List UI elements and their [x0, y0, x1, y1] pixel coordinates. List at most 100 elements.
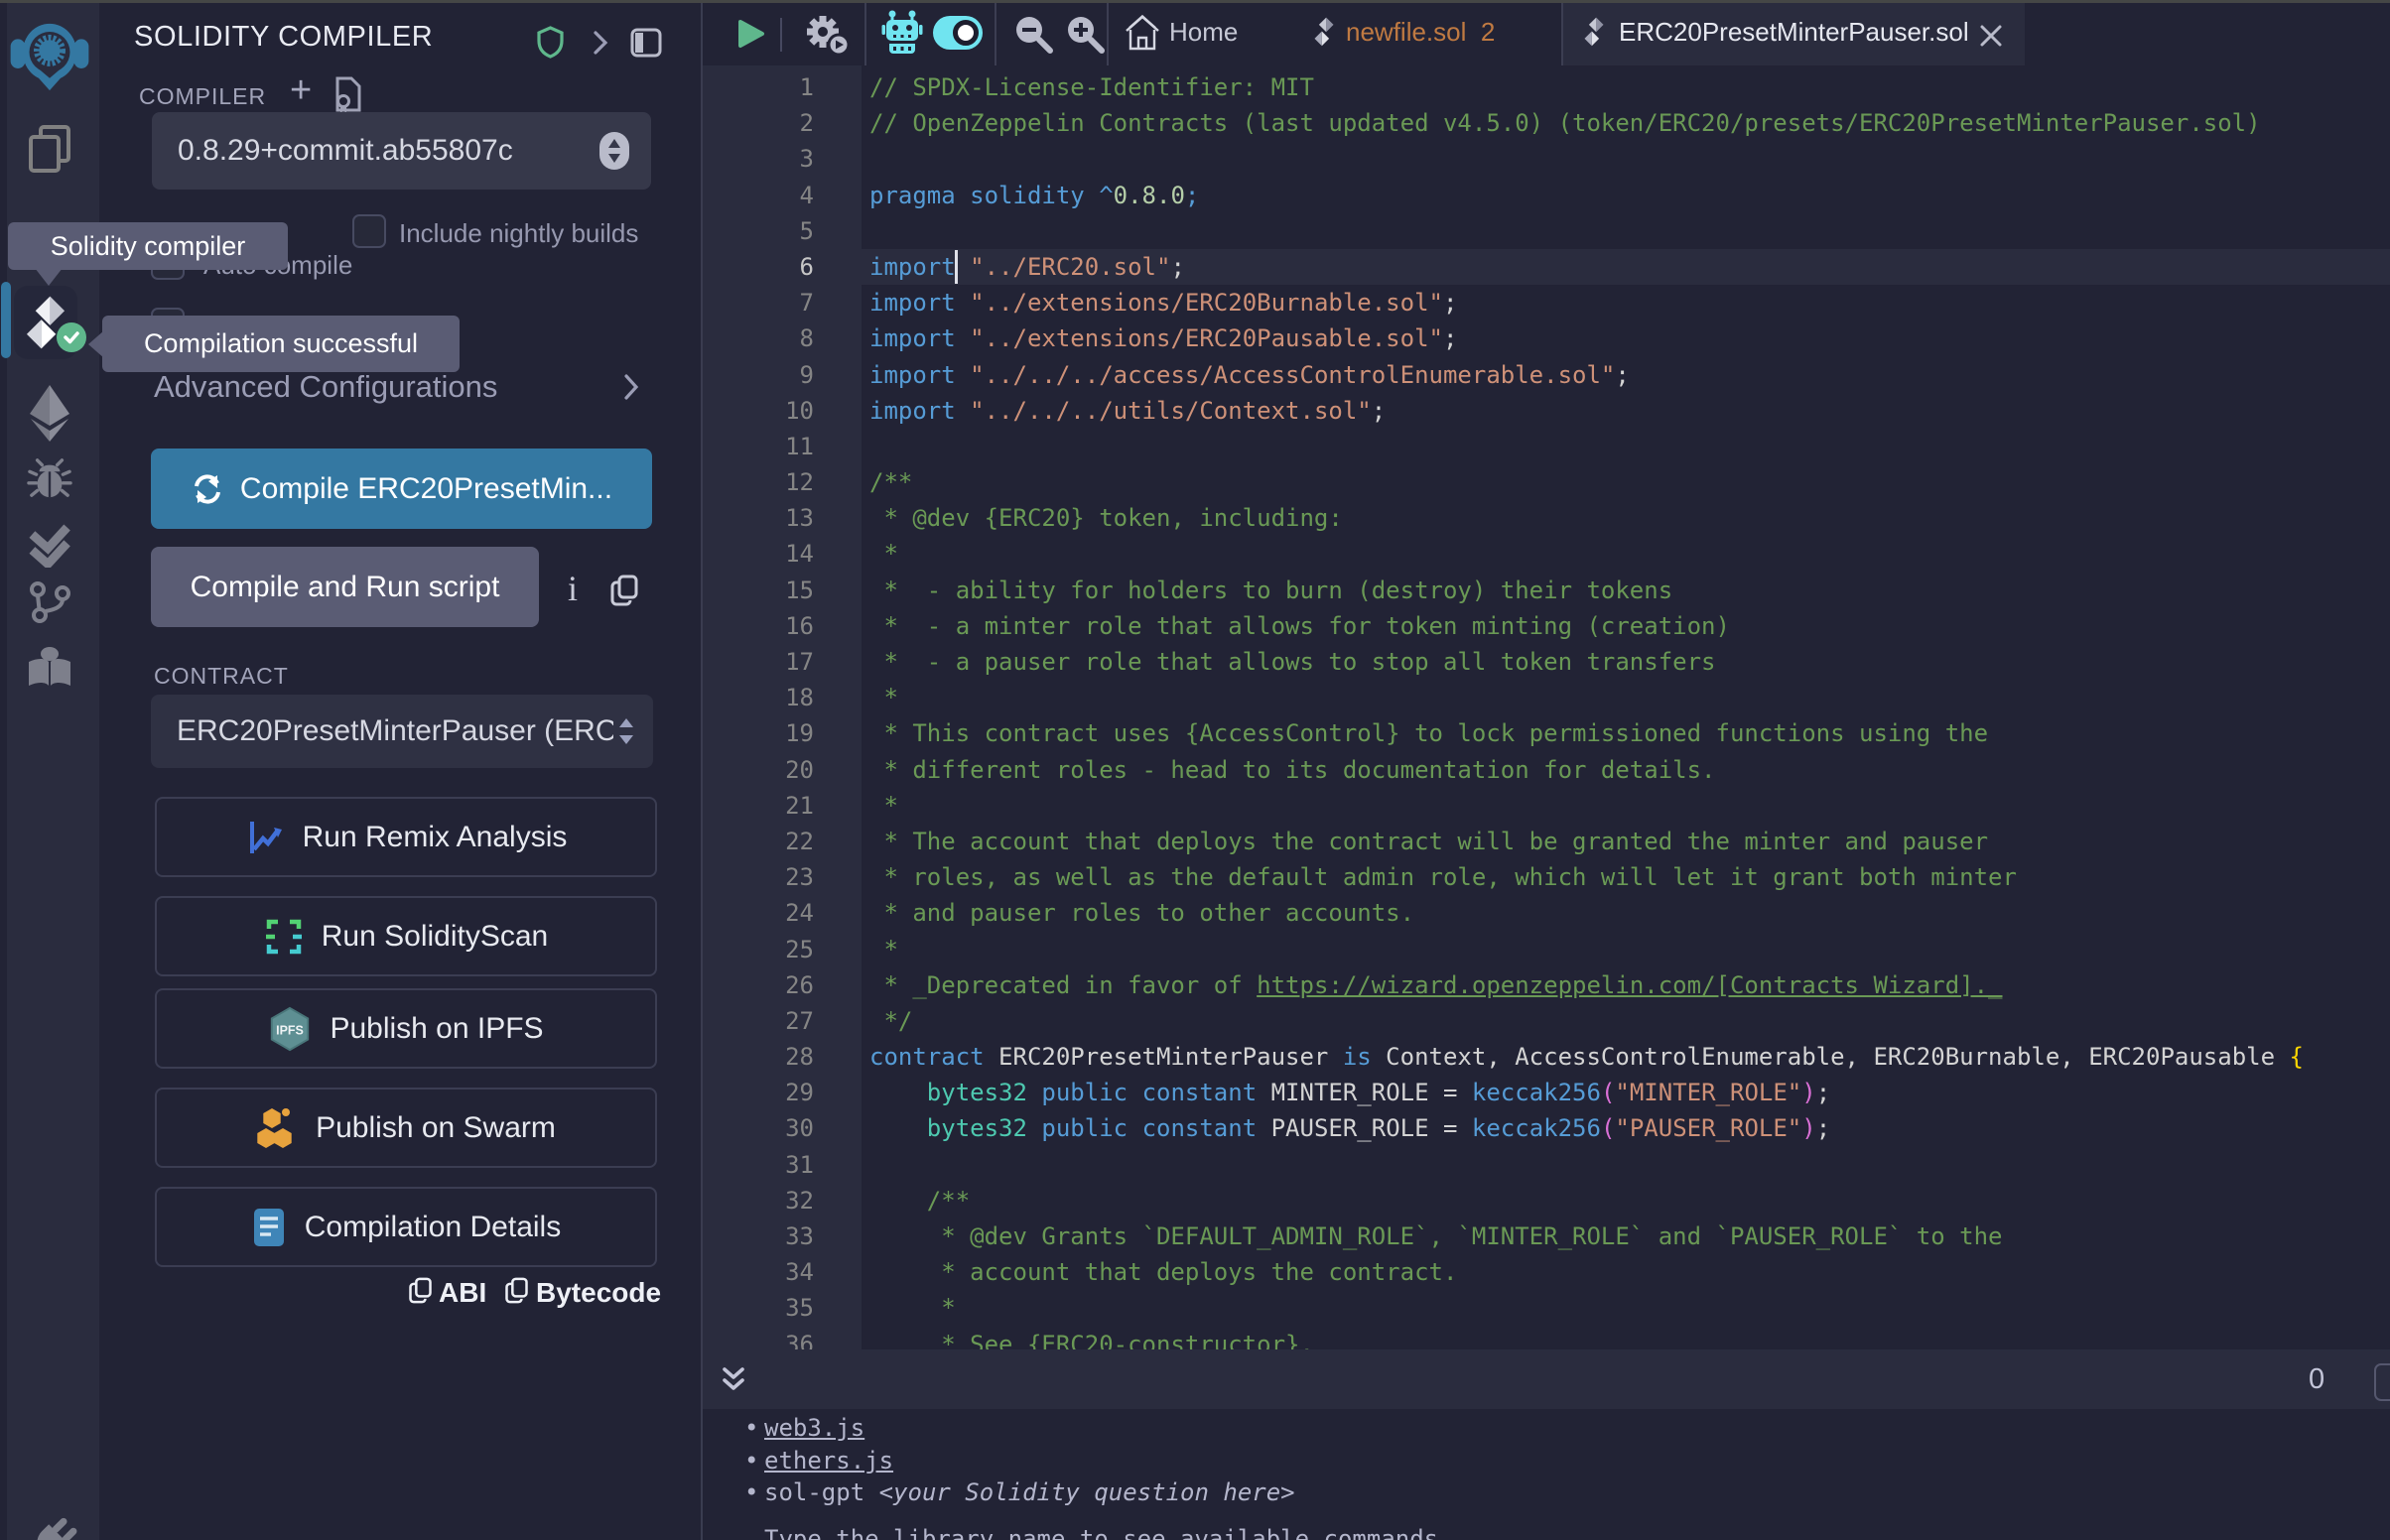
run-solidityscan-button[interactable]: Run SolidityScan	[155, 896, 657, 976]
toolbar-separator-3	[1107, 3, 1109, 65]
terminal-entry[interactable]: •ethers.js	[764, 1447, 893, 1475]
zoom-in-icon[interactable]	[1064, 13, 1106, 60]
toolbar-divider	[780, 18, 782, 52]
unit-testing-icon[interactable]	[0, 524, 99, 568]
details-doc-icon	[251, 1207, 287, 1248]
compilation-details-button[interactable]: Compilation Details	[155, 1187, 657, 1267]
publish-swarm-button[interactable]: Publish on Swarm	[155, 1088, 657, 1168]
copy-script-icon[interactable]	[609, 574, 639, 612]
code-line: * roles, as well as the default admin ro…	[862, 859, 2390, 895]
tab-active[interactable]: ERC20PresetMinterPauser.sol	[1563, 3, 2025, 65]
line-number: 25	[703, 932, 862, 967]
line-number: 27	[703, 1003, 862, 1039]
zoom-out-icon[interactable]	[1012, 13, 1054, 60]
include-nightly-checkbox[interactable]	[352, 214, 386, 248]
ai-toggle[interactable]	[933, 16, 983, 55]
terminal-entry[interactable]: •sol-gpt <your Solidity question here>	[764, 1478, 1295, 1506]
tab-newfile-badge: 2	[1481, 17, 1495, 47]
line-number: 17	[703, 644, 862, 680]
code-line: * @dev {ERC20} token, including:	[862, 500, 2390, 536]
code-line: * account that deploys the contract.	[862, 1254, 2390, 1290]
line-number: 1	[703, 69, 862, 105]
file-tab-solidity-icon	[1313, 16, 1335, 55]
line-number: 12	[703, 464, 862, 500]
solidity-compiler-tooltip: Solidity compiler	[8, 222, 288, 270]
compiler-version-select[interactable]: 0.8.29+commit.ab55807c	[152, 112, 651, 190]
code-line: import "../extensions/ERC20Burnable.sol"…	[862, 285, 2390, 321]
line-number: 11	[703, 429, 862, 464]
contract-select[interactable]: ERC20PresetMinterPauser (ERC20	[151, 695, 653, 768]
code-line: * - ability for holders to burn (destroy…	[862, 573, 2390, 608]
editor-code[interactable]: // SPDX-License-Identifier: MIT// OpenZe…	[862, 65, 2390, 1349]
solidityscan-icon	[264, 917, 304, 957]
pin-panel-icon[interactable]	[629, 26, 663, 64]
code-line: /**	[862, 1183, 2390, 1219]
terminal-output[interactable]: •web3.js •ethers.js •sol-gpt <your Solidit…	[703, 1409, 2390, 1540]
line-number: 36	[703, 1327, 862, 1349]
terminal-entry[interactable]: •web3.js	[764, 1414, 864, 1442]
svg-text:IPFS: IPFS	[277, 1023, 305, 1037]
abi-button[interactable]: ABI	[439, 1277, 486, 1309]
remix-logo-icon[interactable]	[0, 18, 99, 91]
code-line: * different roles - head to its document…	[862, 752, 2390, 788]
copy-abi-icon[interactable]	[408, 1276, 433, 1310]
terminal-listen-box[interactable]	[2374, 1363, 2390, 1401]
terminal-badge: 0	[2309, 1363, 2324, 1396]
tab-home-label[interactable]: Home	[1169, 17, 1238, 48]
tab-newfile[interactable]: newfile.sol 2	[1346, 17, 1495, 48]
code-line: // SPDX-License-Identifier: MIT	[862, 69, 2390, 105]
terminal-bar[interactable]: 0	[703, 1349, 2390, 1409]
code-line: * - a pauser role that allows to stop al…	[862, 644, 2390, 680]
publish-ipfs-label: Publish on IPFS	[330, 1012, 543, 1046]
code-line: * The account that deploys the contract …	[862, 824, 2390, 859]
learneth-icon[interactable]	[0, 647, 99, 689]
line-number: 15	[703, 573, 862, 608]
toolbar-separator-2	[995, 3, 996, 65]
bytecode-button[interactable]: Bytecode	[536, 1277, 661, 1309]
git-icon[interactable]	[0, 581, 99, 623]
code-line: import "../ERC20.sol";	[862, 249, 2390, 285]
home-icon	[1125, 14, 1160, 52]
contract-select-arrows-icon	[615, 716, 637, 746]
terminal-collapse-icon[interactable]	[721, 1365, 746, 1400]
panel-chevron-right-icon[interactable]	[593, 30, 608, 61]
code-line: import "../../../utils/Context.sol";	[862, 393, 2390, 429]
run-script-play-icon[interactable]	[737, 19, 765, 54]
line-number: 20	[703, 752, 862, 788]
terminal-bullet: •	[744, 1478, 758, 1506]
line-number: 10	[703, 393, 862, 429]
compile-run-button[interactable]: Compile and Run script	[151, 547, 539, 627]
editor-gutter: 1234567891011121314151617181920212223242…	[703, 65, 862, 1349]
advanced-config-label[interactable]: Advanced Configurations	[154, 369, 497, 405]
line-number: 35	[703, 1290, 862, 1326]
ai-robot-icon[interactable]	[881, 10, 923, 61]
code-line: contract ERC20PresetMinterPauser is Cont…	[862, 1039, 2390, 1075]
copy-bytecode-icon[interactable]	[504, 1276, 529, 1310]
line-number: 3	[703, 141, 862, 177]
line-number: 28	[703, 1039, 862, 1075]
include-nightly-label[interactable]: Include nightly builds	[399, 218, 638, 249]
tab-home[interactable]	[1125, 14, 1160, 52]
add-compiler-icon[interactable]: +	[290, 69, 312, 112]
compile-button[interactable]: Compile ERC20PresetMin...	[151, 449, 652, 529]
close-tab-icon[interactable]	[1978, 23, 2004, 49]
run-analysis-button[interactable]: Run Remix Analysis	[155, 797, 657, 877]
line-number: 24	[703, 895, 862, 931]
select-arrows-icon	[599, 132, 629, 170]
compile-run-settings-icon[interactable]	[802, 12, 852, 63]
compilation-status-tooltip-arrow	[88, 330, 104, 358]
code-line: bytes32 public constant MINTER_ROLE = ke…	[862, 1075, 2390, 1110]
contract-section-label: CONTRACT	[154, 663, 289, 690]
deploy-run-icon[interactable]	[0, 383, 99, 443]
terminal-hint: Type the library name to see available c…	[764, 1525, 1453, 1540]
compile-button-label: Compile ERC20PresetMin...	[240, 472, 612, 506]
panel-title: SOLIDITY COMPILER	[134, 21, 433, 54]
file-explorer-icon[interactable]	[0, 123, 99, 173]
line-number: 5	[703, 213, 862, 249]
info-icon[interactable]: i	[568, 568, 578, 609]
advanced-config-chevron-icon[interactable]	[623, 373, 639, 406]
publish-ipfs-button[interactable]: IPFS Publish on IPFS	[155, 988, 657, 1069]
shield-icon	[537, 26, 564, 64]
debugger-icon[interactable]	[0, 456, 99, 500]
plugin-manager-icon[interactable]	[24, 1516, 79, 1540]
